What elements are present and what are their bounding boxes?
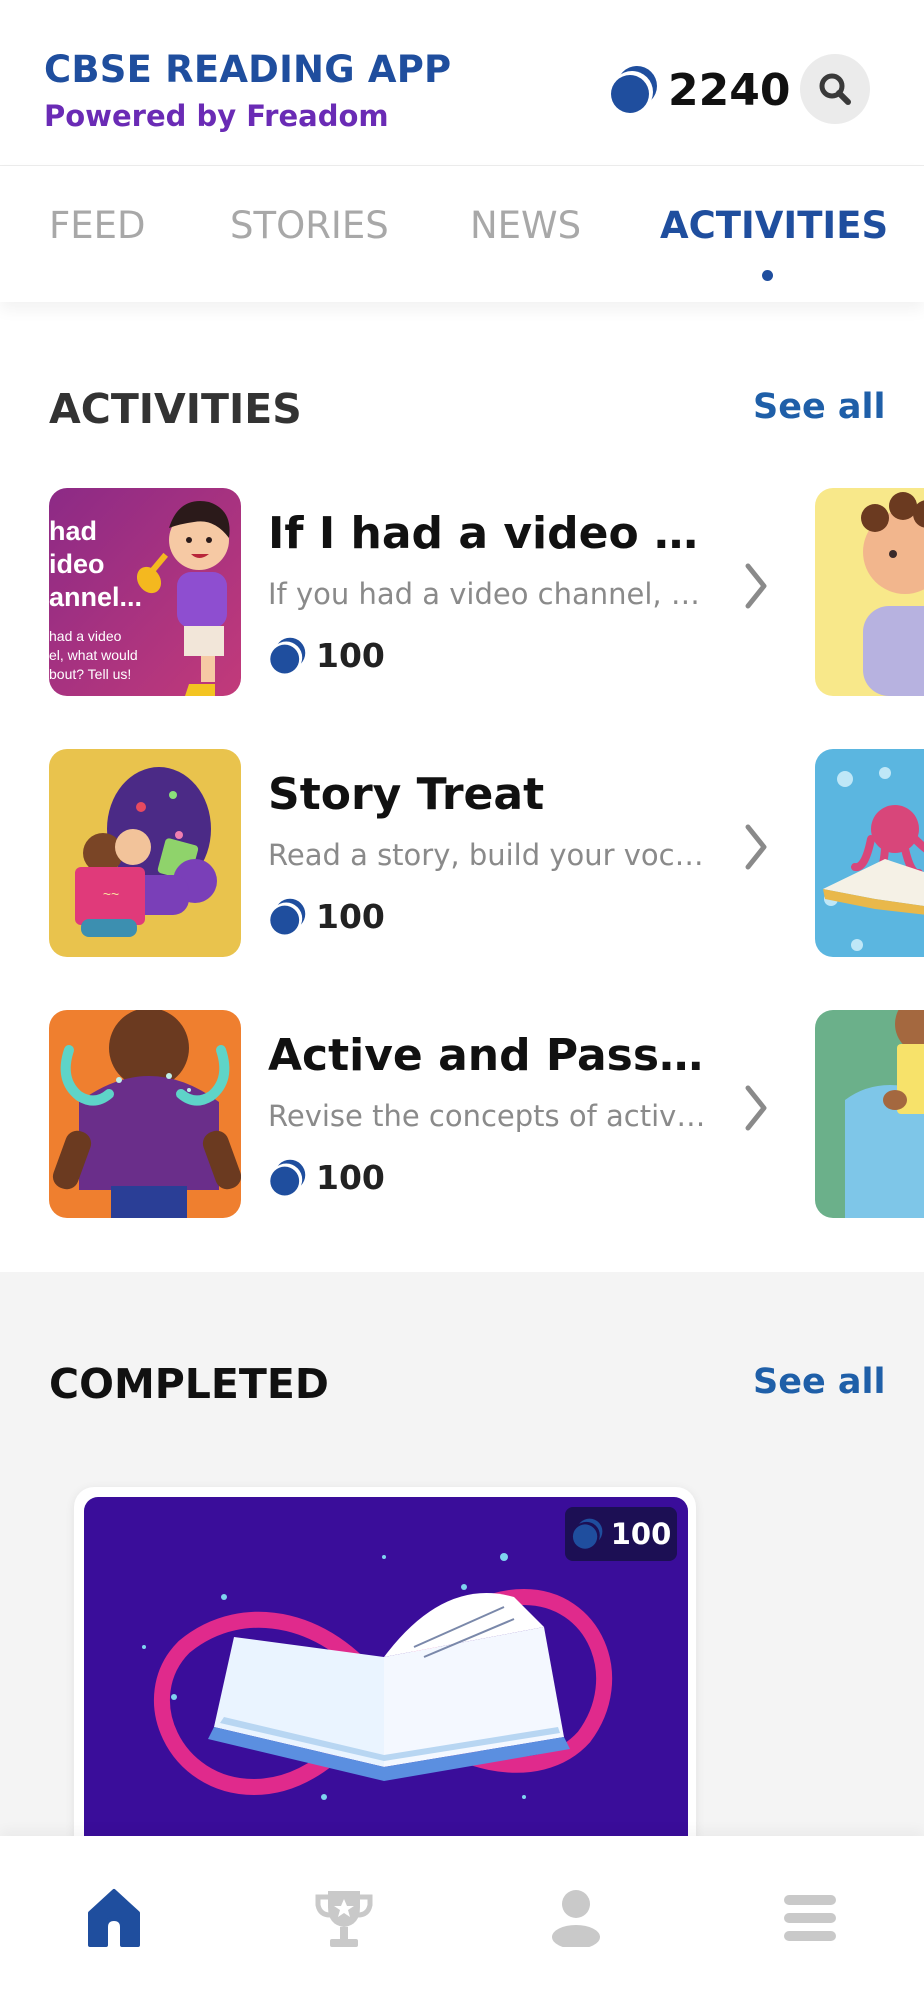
coin-icon bbox=[572, 1518, 603, 1549]
coin-icon bbox=[270, 637, 306, 673]
chevron-right-icon bbox=[745, 563, 767, 609]
coin-icon bbox=[611, 66, 657, 113]
tab-bar: FEED STORIES NEWS ACTIVITIES bbox=[0, 166, 924, 302]
activity-coins-value: 100 bbox=[316, 636, 385, 675]
coin-icon bbox=[270, 1159, 306, 1195]
activity-description: If you had a video channel, wh... bbox=[268, 577, 712, 611]
app-title: CBSE READING APP bbox=[44, 48, 452, 91]
activities-section-title: ACTIVITIES bbox=[49, 385, 302, 433]
completed-see-all-link[interactable]: See all bbox=[753, 1362, 885, 1402]
search-button[interactable] bbox=[800, 54, 870, 124]
svg-text:~~: ~~ bbox=[103, 886, 119, 902]
thumb-text-line: annel... bbox=[49, 582, 142, 612]
completed-coin-badge: 100 bbox=[565, 1507, 677, 1561]
nav-achievements[interactable] bbox=[304, 1878, 384, 1958]
profile-icon bbox=[552, 1890, 600, 1947]
app-header: CBSE READING APP Powered by Freadom 2240 bbox=[0, 0, 924, 166]
activity-thumbnail: ~~ bbox=[49, 749, 241, 957]
activity-title: Story Treat bbox=[268, 769, 545, 820]
activity-thumbnail: had ideo annel... had a video el, what w… bbox=[49, 488, 241, 696]
activity-description: Read a story, build your vocab... bbox=[268, 838, 712, 872]
thumb-text-line: el, what would bbox=[49, 647, 138, 663]
app-subtitle: Powered by Freadom bbox=[44, 99, 389, 133]
menu-icon bbox=[784, 1895, 836, 1941]
activity-coins: 100 bbox=[268, 1158, 385, 1197]
thumb-text-line: had a video bbox=[49, 628, 122, 644]
tab-news[interactable]: NEWS bbox=[470, 204, 581, 247]
coin-balance[interactable]: 2240 bbox=[608, 60, 790, 120]
activity-preview-image bbox=[815, 1010, 924, 1218]
trophy-icon bbox=[315, 1891, 373, 1947]
completed-coin-value: 100 bbox=[610, 1517, 672, 1551]
thumb-text-line: ideo bbox=[49, 549, 105, 579]
activity-row[interactable]: had ideo annel... had a video el, what w… bbox=[0, 488, 924, 698]
activity-coins: 100 bbox=[268, 636, 385, 675]
nav-home[interactable] bbox=[74, 1878, 154, 1958]
activity-coins: 100 bbox=[268, 897, 385, 936]
activity-coins-value: 100 bbox=[316, 897, 385, 936]
activity-preview-image bbox=[815, 488, 924, 696]
active-tab-indicator bbox=[762, 270, 773, 281]
coin-balance-value: 2240 bbox=[668, 64, 791, 116]
chevron-right-icon bbox=[745, 1085, 767, 1131]
tab-feed[interactable]: FEED bbox=[49, 204, 146, 247]
thumb-text-line: bout? Tell us! bbox=[49, 666, 131, 682]
chevron-right-icon bbox=[745, 824, 767, 870]
thumb-text-line: had bbox=[49, 516, 97, 546]
activity-coins-value: 100 bbox=[316, 1158, 385, 1197]
activity-title: If I had a video cha... bbox=[268, 508, 708, 559]
completed-section-title: COMPLETED bbox=[49, 1360, 329, 1408]
activities-see-all-link[interactable]: See all bbox=[753, 387, 885, 427]
activity-title: Active and Passive... bbox=[268, 1030, 708, 1081]
home-icon bbox=[88, 1889, 140, 1947]
bottom-navigation bbox=[0, 1836, 924, 2000]
activity-description: Revise the concepts of active... bbox=[268, 1099, 712, 1133]
nav-menu[interactable] bbox=[770, 1878, 850, 1958]
tab-stories[interactable]: STORIES bbox=[230, 204, 389, 247]
coin-icon bbox=[270, 898, 306, 934]
activity-row[interactable]: ~~ Story Treat Read a story, build your … bbox=[0, 749, 924, 959]
activity-row[interactable]: Active and Passive... Revise the concept… bbox=[0, 1010, 924, 1220]
search-icon bbox=[819, 73, 851, 105]
nav-profile[interactable] bbox=[536, 1878, 616, 1958]
activity-preview-image bbox=[815, 749, 924, 957]
activity-thumbnail bbox=[49, 1010, 241, 1218]
tab-activities[interactable]: ACTIVITIES bbox=[660, 204, 888, 247]
